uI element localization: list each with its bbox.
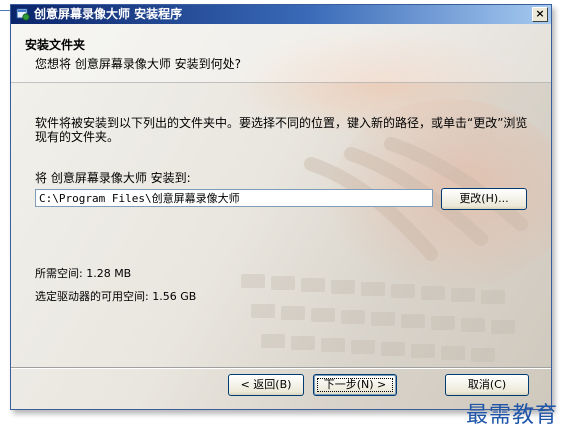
page-edge [0, 0, 14, 442]
space-available-text: 选定驱动器的可用空间: 1.56 GB [35, 290, 197, 303]
watermark-logo: 最需教育 [466, 403, 559, 428]
install-path-input[interactable] [35, 189, 433, 207]
focus-ring [317, 378, 393, 392]
window-title: 创意屏幕录像大师 安装程序 [34, 7, 183, 21]
dialog-client-area: 安装文件夹 您想将 创意屏幕录像大师 安装到何处? 软件将被安装到以下列出的文件… [11, 24, 551, 409]
close-icon: × [535, 7, 545, 20]
back-button[interactable]: < 返回(B) [228, 374, 304, 396]
page-title: 安装文件夹 [25, 38, 86, 52]
close-button[interactable]: × [532, 7, 548, 22]
install-location-label: 将 创意屏幕录像大师 安装到: [35, 171, 191, 185]
footer-divider [11, 367, 551, 369]
browse-button[interactable]: 更改(H)... [441, 188, 527, 210]
header-panel: 安装文件夹 您想将 创意屏幕录像大师 安装到何处? [11, 24, 551, 83]
cancel-button[interactable]: 取消(C) [445, 374, 529, 396]
installer-window: 创意屏幕录像大师 安装程序 × 安装文件夹 您想将 创意屏幕录像大师 安装到何处… [10, 4, 552, 410]
next-button[interactable]: 下一步(N) > [313, 374, 397, 396]
space-required-text: 所需空间: 1.28 MB [35, 267, 132, 280]
instructions-text: 软件将被安装到以下列出的文件夹中。要选择不同的位置，键入新的路径，或单击“更改”… [35, 116, 528, 144]
installer-icon [16, 8, 30, 21]
page-subtitle: 您想将 创意屏幕录像大师 安装到何处? [35, 57, 241, 71]
title-bar[interactable]: 创意屏幕录像大师 安装程序 × [11, 5, 551, 24]
